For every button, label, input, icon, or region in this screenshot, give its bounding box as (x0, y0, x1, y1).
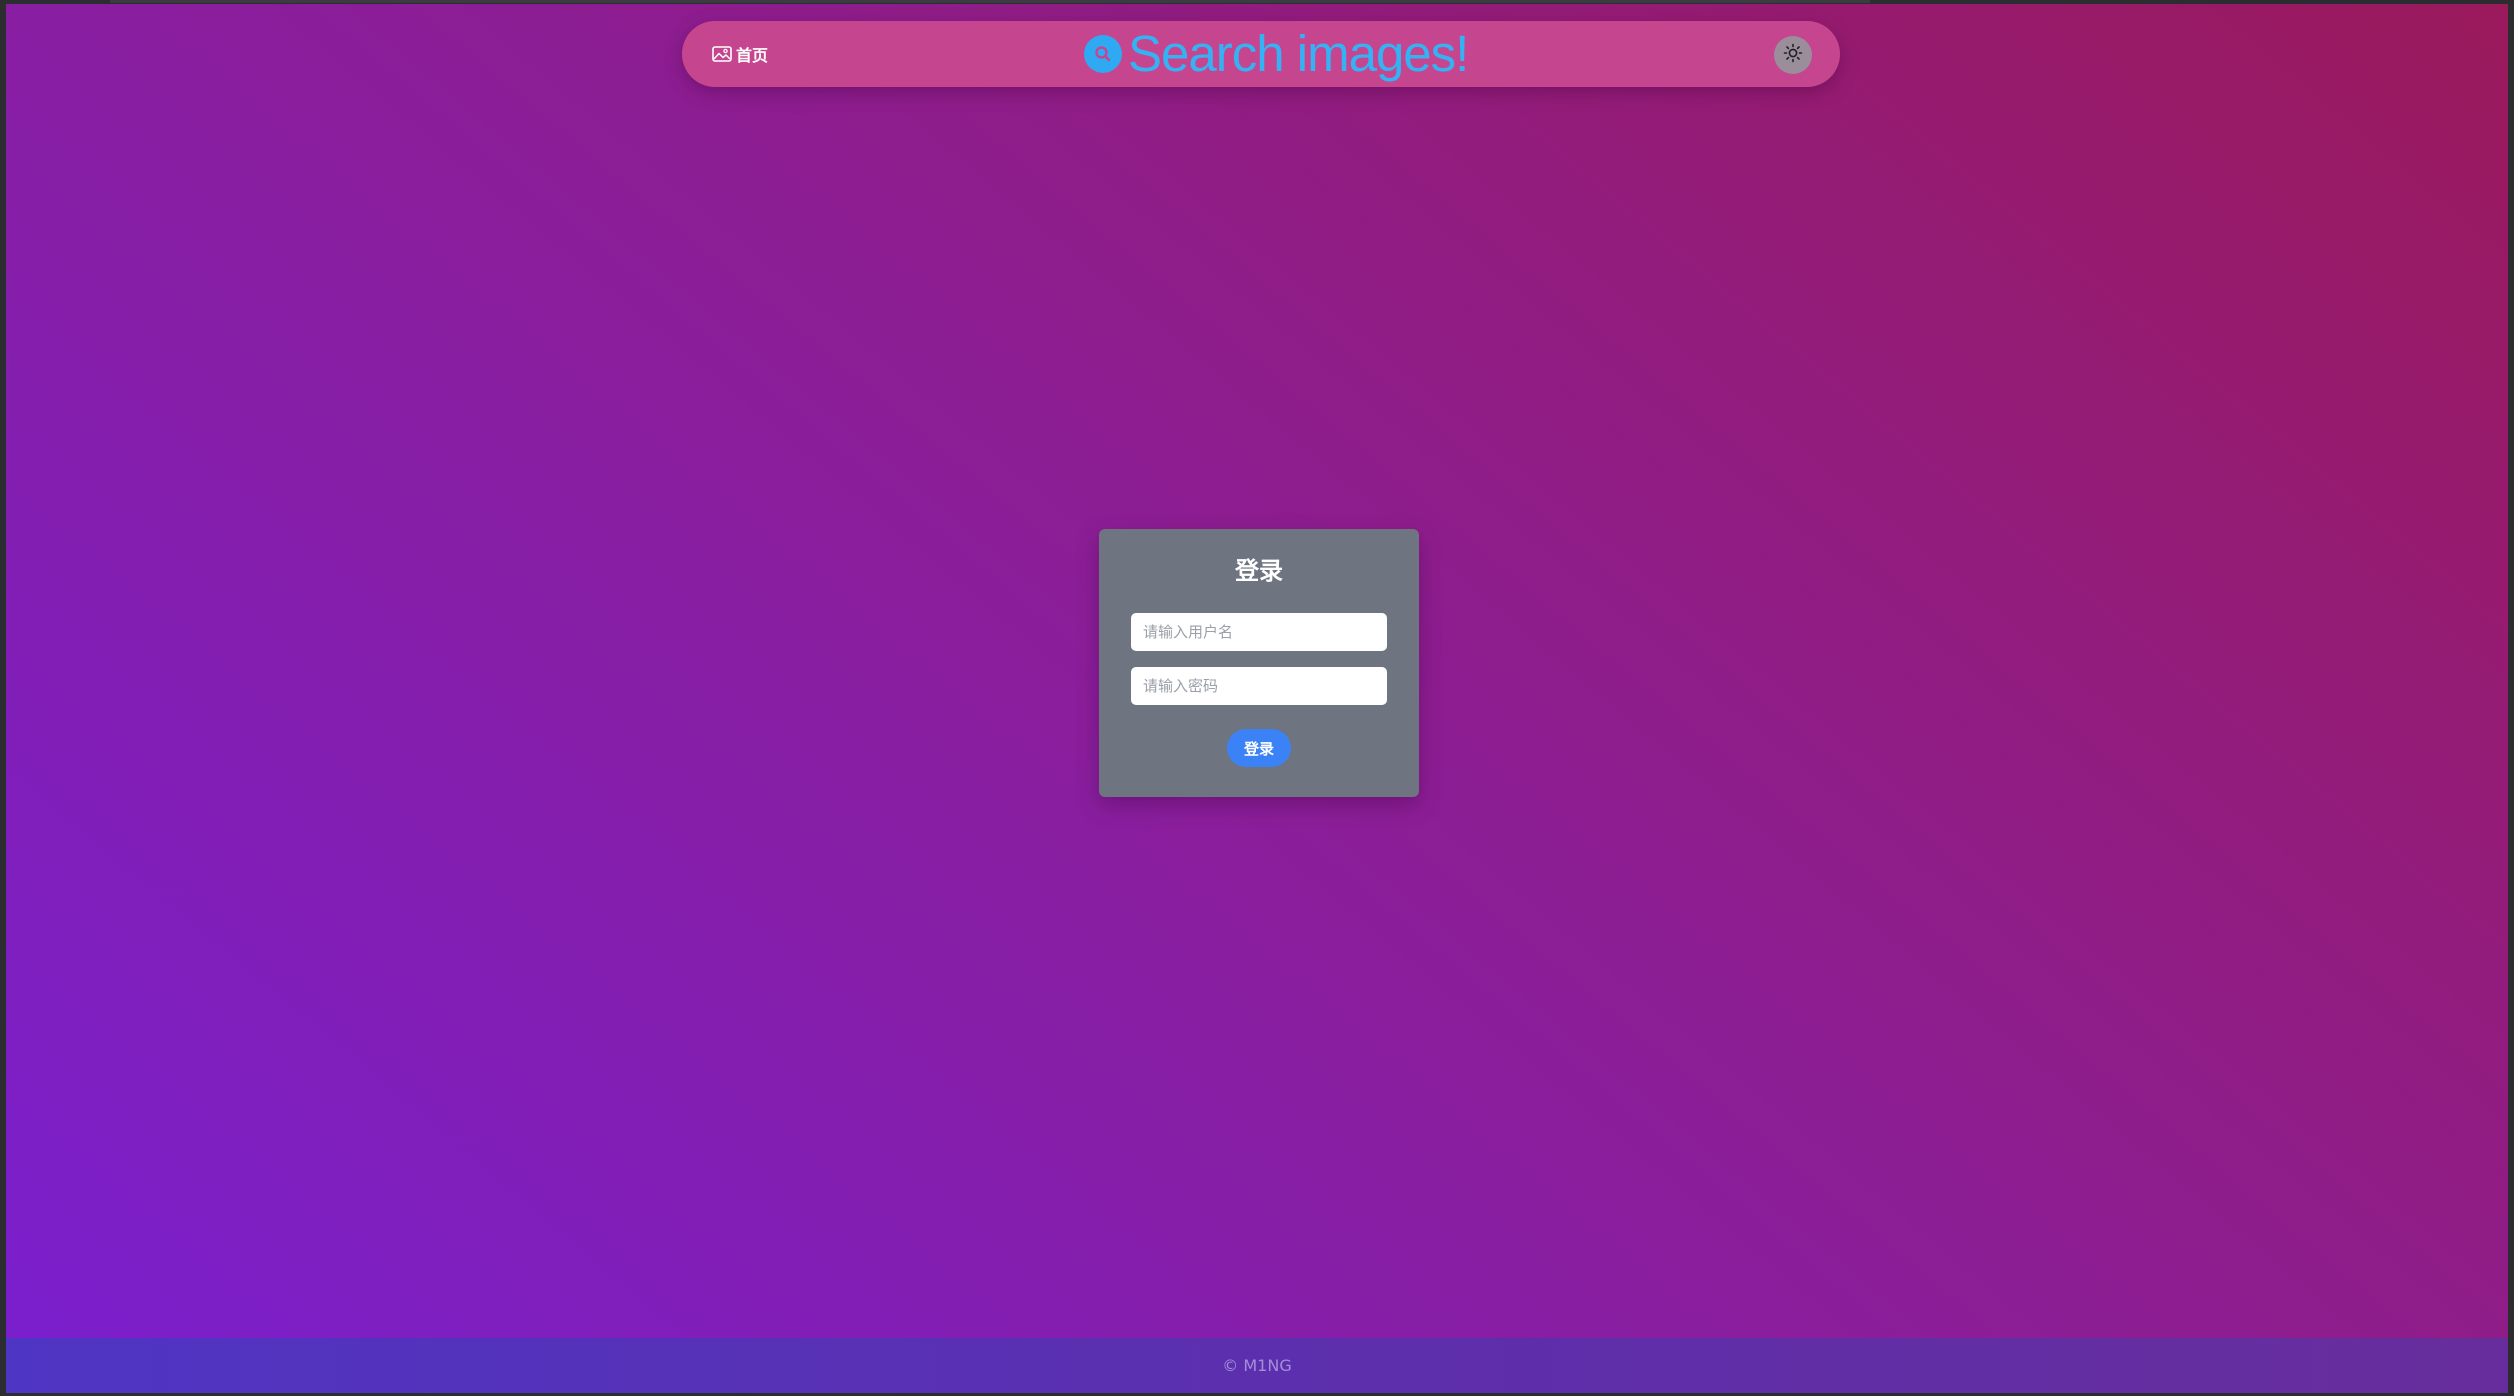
browser-frame: 首页 Search images! 登录 请输入用户名 登录 © M1NG (0, 0, 2514, 1396)
footer: © M1NG (6, 1338, 2508, 1393)
search-title: Search images! (1128, 25, 1469, 82)
page-viewport: 首页 Search images! 登录 请输入用户名 登录 © M1NG (6, 4, 2508, 1393)
header-bar: 首页 Search images! (682, 21, 1840, 87)
sun-icon (1783, 43, 1803, 67)
search-icon (1084, 35, 1122, 73)
username-input[interactable] (1131, 613, 1387, 651)
copyright-text: © M1NG (1222, 1356, 1292, 1375)
login-card: 登录 登录 (1099, 529, 1419, 797)
image-icon (712, 46, 732, 62)
home-link[interactable]: 首页 (712, 41, 768, 67)
top-border (110, 0, 1870, 3)
login-button[interactable]: 登录 (1227, 729, 1291, 767)
password-input[interactable] (1131, 667, 1387, 705)
login-title: 登录 (1235, 557, 1283, 585)
search-images-button[interactable]: Search images! (1084, 25, 1469, 83)
home-label: 首页 (736, 46, 769, 65)
theme-toggle-button[interactable] (1774, 36, 1812, 74)
